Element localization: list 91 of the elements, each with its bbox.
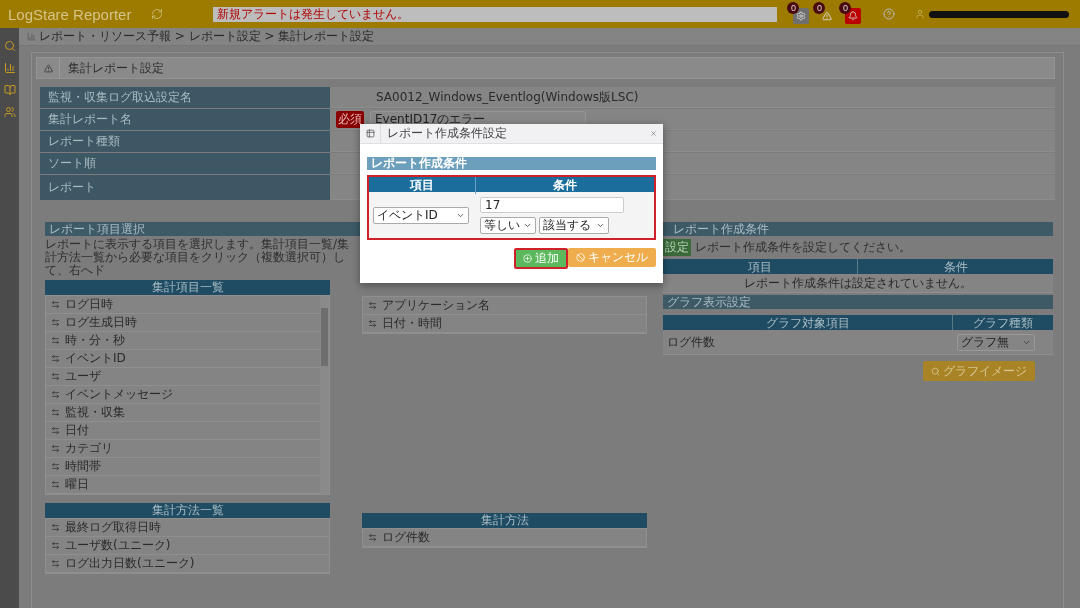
list-item[interactable]: イベントID <box>46 350 320 368</box>
list-item[interactable]: 最終ログ取得日時 <box>46 519 329 537</box>
form-label: レポート種類 <box>40 131 330 152</box>
list-header: 集計方法 <box>362 513 647 528</box>
dialog-title: レポート作成条件設定 <box>387 125 507 142</box>
move-icon <box>368 533 377 542</box>
alert-message: 新規アラートは発生していません。 <box>213 6 778 22</box>
empty-message: レポート作成条件は設定されていません。 <box>744 274 972 292</box>
count-badge: 0 <box>787 2 800 14</box>
list-item[interactable]: ログ生成日時 <box>46 314 320 332</box>
field-dropdown[interactable]: イベントID <box>373 206 469 224</box>
value-input[interactable]: 17 <box>480 196 624 213</box>
users-icon <box>3 106 16 118</box>
list-header: 集計方法一覧 <box>45 503 330 518</box>
plus-icon <box>523 254 532 263</box>
column-header: グラフ種類 <box>972 315 1034 332</box>
list-item[interactable]: 曜日 <box>46 476 320 494</box>
set-button[interactable]: 設定 <box>663 239 691 256</box>
move-icon <box>51 300 60 309</box>
move-icon <box>51 462 60 471</box>
list-item[interactable]: 監視・収集 <box>46 404 320 422</box>
move-icon <box>51 354 60 363</box>
search-icon <box>931 366 940 376</box>
match-dropdown[interactable]: 該当する <box>539 216 609 234</box>
graph-type-dropdown[interactable]: グラフ無 <box>957 333 1035 351</box>
count-badge: 0 <box>839 2 852 14</box>
scrollbar[interactable] <box>320 296 329 494</box>
notification-button[interactable]: 0 <box>787 2 812 26</box>
book-icon <box>3 84 16 96</box>
list-item[interactable]: 日付・時間 <box>363 315 646 333</box>
move-icon <box>51 318 60 327</box>
list-item[interactable]: ログ出力日数(ユニーク) <box>46 555 329 573</box>
move-icon <box>51 390 60 399</box>
column-header: 条件 <box>942 259 969 276</box>
form-label: ソート順 <box>40 153 330 174</box>
section-bar: レポート作成条件 <box>367 157 656 170</box>
chart-icon <box>27 32 36 41</box>
user-icon <box>915 9 926 19</box>
move-icon <box>51 480 60 489</box>
table-icon <box>365 129 375 138</box>
bell-icon <box>848 11 859 21</box>
list-item[interactable]: ログ件数 <box>363 529 646 547</box>
chart-icon <box>3 62 16 74</box>
move-icon <box>51 523 60 532</box>
list-header: 集計項目一覧 <box>45 280 330 295</box>
gear-icon <box>796 11 807 21</box>
list-item[interactable]: カテゴリ <box>46 440 320 458</box>
move-icon <box>51 559 60 568</box>
move-icon <box>368 301 377 310</box>
list-item[interactable]: 時・分・秒 <box>46 332 320 350</box>
section-bar: レポート作成条件 <box>663 222 1053 236</box>
list-item[interactable]: 時間帯 <box>46 458 320 476</box>
help-icon <box>883 8 896 20</box>
form-value: SA0012_Windows_Eventlog(Windows版LSC) <box>376 88 639 106</box>
move-icon <box>368 319 377 328</box>
notification-button[interactable]: 0 <box>813 2 838 26</box>
list-item[interactable]: ログ日時 <box>46 296 320 314</box>
breadcrumb: レポート・リソース予報 > レポート設定 > 集計レポート設定 <box>39 28 375 45</box>
list-item[interactable]: ユーザ数(ユニーク) <box>46 537 329 555</box>
list-item[interactable]: アプリケーション名 <box>363 297 646 315</box>
add-button[interactable]: 追加 <box>514 248 568 269</box>
section-bar: グラフ表示設定 <box>663 295 1053 309</box>
refresh-icon <box>151 8 164 20</box>
form-label: 集計レポート名 <box>40 109 330 130</box>
move-icon <box>51 444 60 453</box>
move-icon <box>51 372 60 381</box>
move-icon <box>51 426 60 435</box>
app-title: LogStare Reporter <box>8 5 132 23</box>
list-item[interactable]: ユーザ <box>46 368 320 386</box>
ban-icon <box>576 253 585 262</box>
move-icon <box>51 408 60 417</box>
count-badge: 0 <box>813 2 826 14</box>
table-cell-text: ログ件数 <box>666 333 716 351</box>
graph-preview-button[interactable]: グラフイメージ <box>923 361 1035 381</box>
notification-button[interactable]: 0 <box>839 2 864 26</box>
close-button[interactable] <box>650 130 657 137</box>
warning-icon <box>43 63 53 73</box>
instruction-text: レポート作成条件を設定してください。 <box>695 239 911 256</box>
warning-icon <box>822 11 833 21</box>
hint-text: レポートに表示する項目を選択します。集計項目一覧/集計方法一覧から必要な項目をクリック（複数選択可）して、右へド <box>45 238 351 277</box>
list-item[interactable]: イベントメッセージ <box>46 386 320 404</box>
column-header: 条件 <box>552 177 578 194</box>
operator-dropdown[interactable]: 等しい <box>480 216 536 234</box>
form-label: 監視・収集ログ取込設定名 <box>40 87 330 108</box>
required-badge: 必須 <box>336 110 364 128</box>
list-item[interactable]: 日付 <box>46 422 320 440</box>
move-icon <box>51 541 60 550</box>
search-icon <box>3 40 16 52</box>
move-icon <box>51 336 60 345</box>
form-label: レポート <box>40 175 330 200</box>
panel-title: 集計レポート設定 <box>68 59 164 77</box>
